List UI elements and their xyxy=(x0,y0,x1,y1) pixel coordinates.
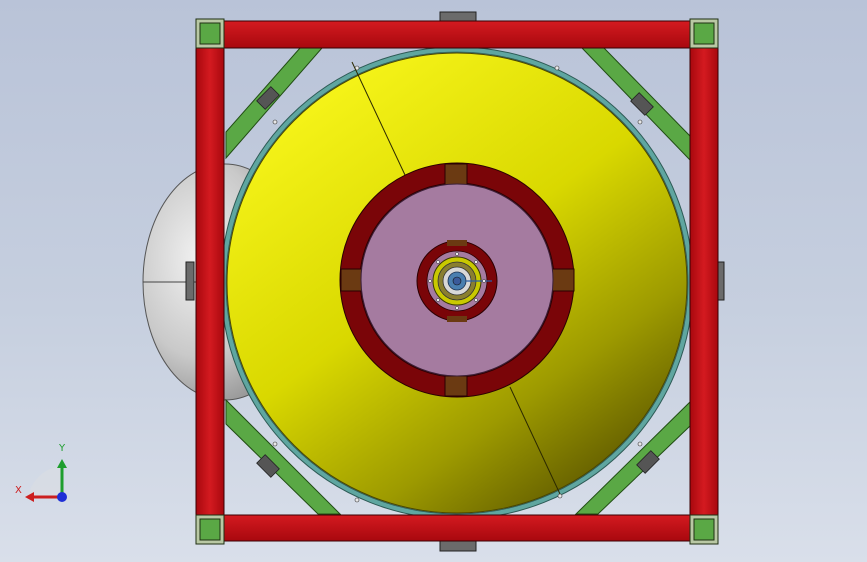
left-mount[interactable] xyxy=(185,261,195,301)
frame-right-post[interactable] xyxy=(689,47,719,516)
triad-y-label: Y xyxy=(59,443,66,454)
bottom-mount[interactable] xyxy=(439,540,477,552)
orientation-triad xyxy=(25,459,67,502)
triad-x-label: X xyxy=(15,485,22,496)
frame-top-beam[interactable] xyxy=(221,20,695,49)
frame-bottom-beam[interactable] xyxy=(221,514,695,542)
cad-viewport[interactable]: Y X xyxy=(0,0,867,562)
cad-model-view[interactable] xyxy=(0,0,867,562)
central-bearing[interactable] xyxy=(416,240,498,322)
frame-left-post[interactable] xyxy=(195,47,225,516)
triad-z-axis xyxy=(57,492,67,502)
